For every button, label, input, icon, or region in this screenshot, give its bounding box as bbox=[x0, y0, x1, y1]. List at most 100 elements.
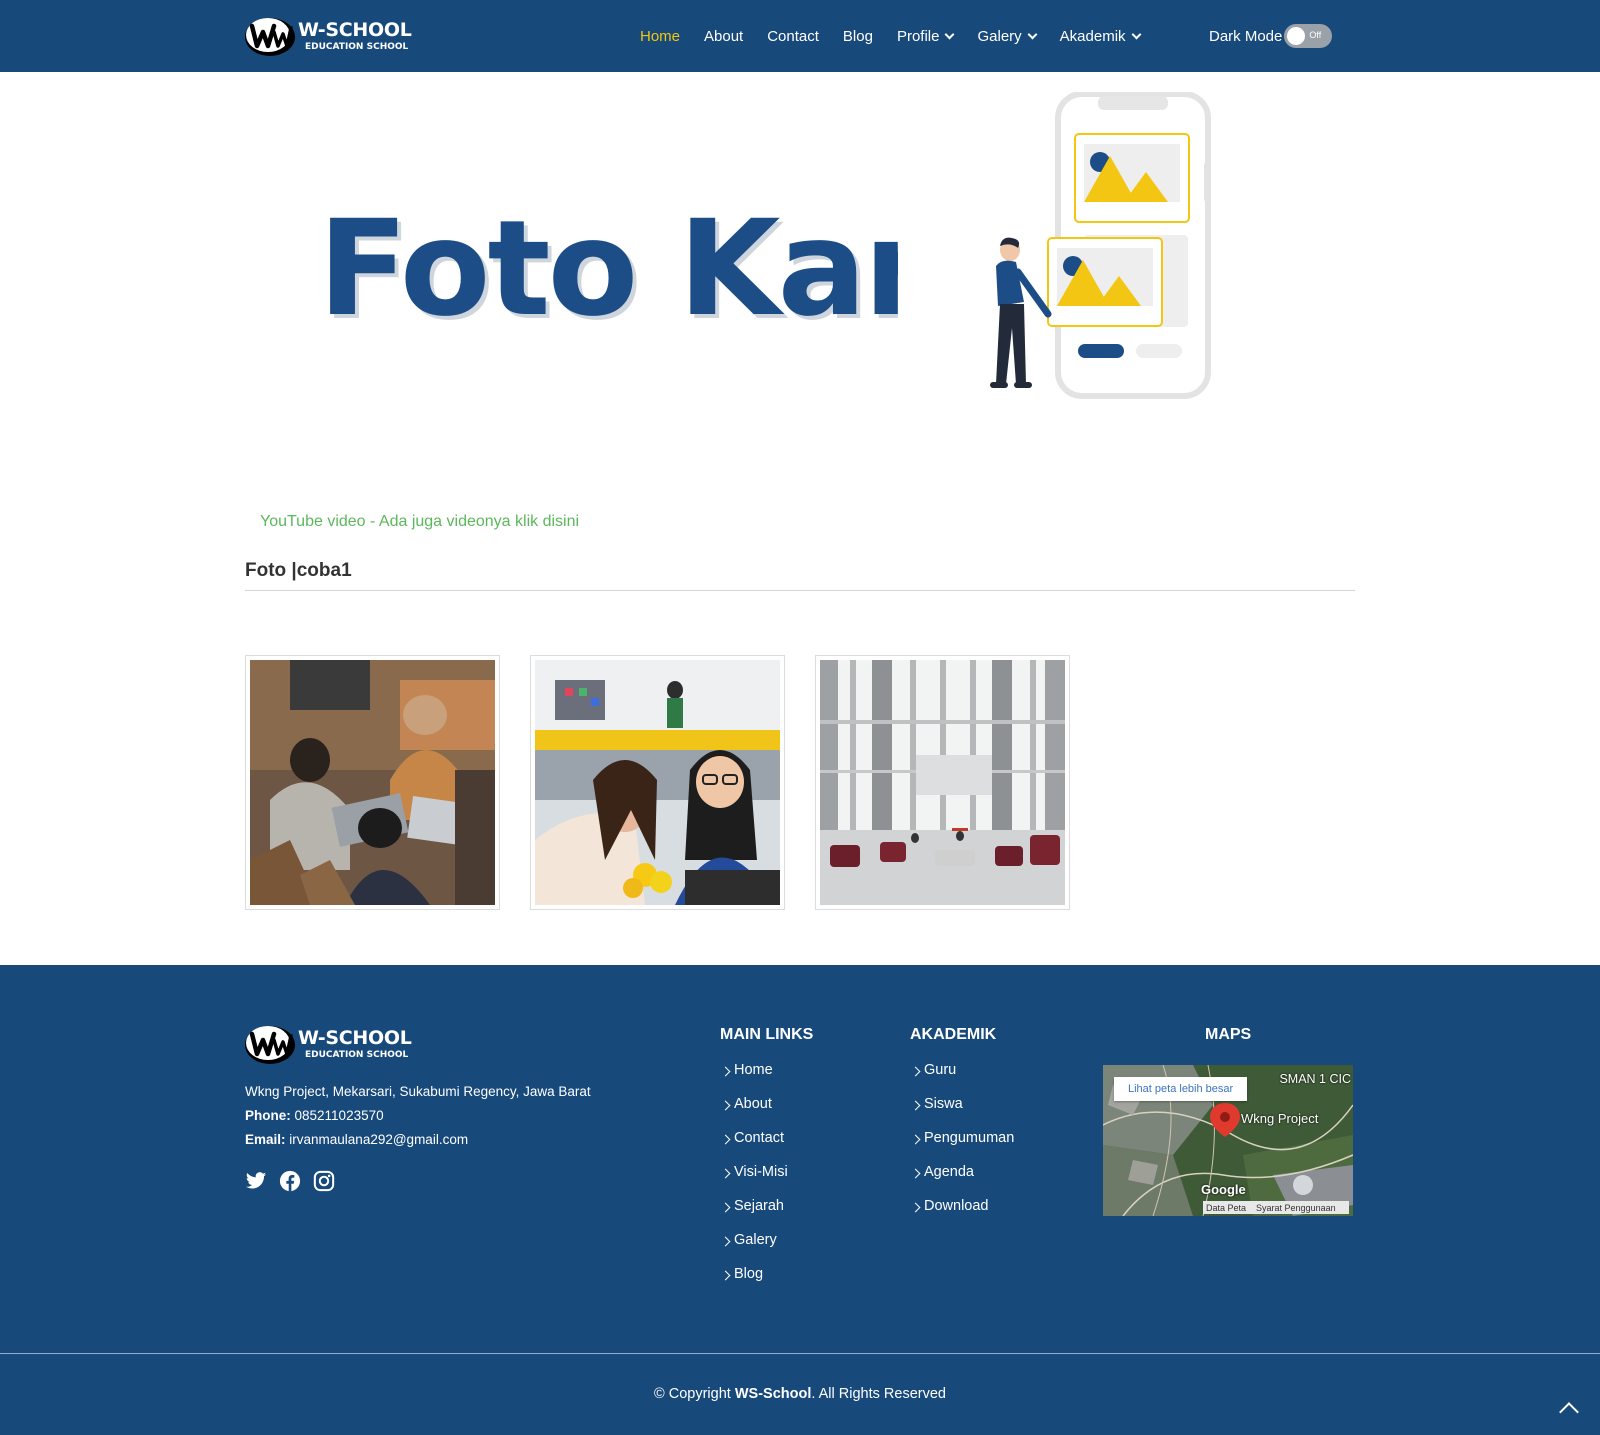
logo-icon bbox=[245, 18, 295, 56]
footer-link-home[interactable]: Home bbox=[720, 1062, 788, 1096]
akademik-links-list: Guru Siswa Pengumuman Agenda Download bbox=[910, 1062, 1015, 1232]
youtube-video-link[interactable]: YouTube video - Ada juga videonya klik d… bbox=[260, 513, 579, 531]
email-label: Email: bbox=[245, 1132, 286, 1147]
phone-gallery-illustration bbox=[990, 92, 1211, 399]
footer-link-about[interactable]: About bbox=[720, 1096, 788, 1130]
twitter-icon[interactable] bbox=[245, 1170, 267, 1192]
footer-link-label: Blog bbox=[734, 1266, 764, 1282]
dark-mode-label: Dark Mode bbox=[1209, 27, 1283, 45]
map-title: SMAN 1 CIC bbox=[1279, 1072, 1351, 1086]
footer-link-label: Home bbox=[734, 1062, 773, 1078]
nav-blog-label: Blog bbox=[842, 27, 873, 45]
footer-divider bbox=[0, 1353, 1600, 1354]
chevron-right-icon bbox=[910, 1100, 921, 1111]
chevron-down-icon bbox=[945, 29, 955, 39]
footer-email: Email: irvanmaulana292@gmail.com bbox=[245, 1132, 468, 1147]
footer-address: Wkng Project, Mekarsari, Sukabumi Regenc… bbox=[245, 1084, 591, 1099]
navbar: W-SCHOOL EDUCATION SCHOOL Home About Con… bbox=[0, 0, 1600, 72]
footer-link-galery[interactable]: Galery bbox=[720, 1232, 788, 1266]
footer-link-siswa[interactable]: Siswa bbox=[910, 1096, 1014, 1130]
footer-link-label: Galery bbox=[734, 1232, 777, 1248]
chevron-right-icon bbox=[910, 1202, 921, 1213]
nav-contact[interactable]: Contact bbox=[767, 28, 819, 45]
nav-home-label: Home bbox=[640, 27, 681, 45]
chevron-right-icon bbox=[910, 1134, 921, 1145]
footer-link-label: Contact bbox=[734, 1130, 784, 1146]
footer-link-label: Siswa bbox=[924, 1096, 963, 1112]
chevron-right-icon bbox=[910, 1168, 921, 1179]
main-links-list: Home About Contact Visi-Misi Sejarah Gal… bbox=[720, 1062, 788, 1300]
main-links-heading: MAIN LINKS bbox=[720, 1026, 814, 1043]
akademik-heading: AKADEMIK bbox=[910, 1026, 997, 1043]
nav-blog[interactable]: Blog bbox=[843, 28, 873, 45]
footer-brand-logo[interactable]: W-SCHOOL EDUCATION SCHOOL bbox=[244, 1022, 412, 1066]
footer-phone: Phone: 085211023570 bbox=[245, 1108, 384, 1123]
gallery-photo-1[interactable] bbox=[245, 655, 500, 910]
footer-logo-title: W-SCHOOL bbox=[298, 1026, 412, 1049]
embedded-map[interactable]: Lihat peta lebih besar SMAN 1 CIC Wkng P… bbox=[1103, 1065, 1353, 1216]
map-pin-label: Wkng Project bbox=[1241, 1111, 1319, 1126]
main-nav: Home About Contact Blog Profile Galery A… bbox=[640, 0, 1164, 72]
map-larger-link[interactable]: Lihat peta lebih besar bbox=[1114, 1077, 1248, 1101]
gallery-photo-2[interactable] bbox=[530, 655, 785, 910]
footer-link-contact[interactable]: Contact bbox=[720, 1130, 788, 1164]
footer-link-label: Download bbox=[924, 1198, 989, 1214]
hero-title: Foto Kami Foto Kami bbox=[318, 192, 898, 340]
nav-akademik-dropdown[interactable]: Akademik bbox=[1059, 27, 1141, 45]
logo-subtitle: EDUCATION SCHOOL bbox=[305, 41, 409, 52]
hero-title-text: Foto Kami bbox=[318, 192, 898, 340]
footer-link-label: Guru bbox=[924, 1062, 957, 1078]
nav-about[interactable]: About bbox=[704, 28, 743, 45]
chevron-down-icon bbox=[1131, 29, 1141, 39]
copyright-prefix: © Copyright bbox=[654, 1386, 731, 1402]
chevron-right-icon bbox=[720, 1236, 731, 1247]
dark-mode-toggle[interactable]: Off bbox=[1284, 24, 1333, 48]
page: W-SCHOOL EDUCATION SCHOOL Home About Con… bbox=[0, 0, 1600, 1435]
nav-akademik-label: Akademik bbox=[1059, 27, 1126, 45]
maps-heading: MAPS bbox=[1205, 1026, 1252, 1043]
toggle-knob bbox=[1287, 27, 1306, 45]
section-title: Foto |coba1 bbox=[245, 560, 352, 581]
facebook-icon[interactable] bbox=[279, 1170, 301, 1192]
email-value: irvanmaulana292@gmail.com bbox=[289, 1132, 469, 1147]
chevron-right-icon bbox=[720, 1202, 731, 1213]
gallery-photo-3[interactable] bbox=[815, 655, 1070, 910]
women-office-photo bbox=[535, 660, 780, 905]
students-laptops-photo bbox=[250, 660, 495, 905]
nav-profile-dropdown[interactable]: Profile bbox=[897, 28, 955, 45]
footer-link-blog[interactable]: Blog bbox=[720, 1266, 788, 1300]
toggle-state-text: Off bbox=[1309, 30, 1322, 40]
footer-link-guru[interactable]: Guru bbox=[910, 1062, 1014, 1096]
nav-galery-dropdown[interactable]: Galery bbox=[977, 28, 1038, 45]
footer-link-label: Visi-Misi bbox=[734, 1164, 788, 1180]
map-terms-label[interactable]: Syarat Penggunaan bbox=[1256, 1203, 1336, 1213]
instagram-icon[interactable] bbox=[313, 1170, 335, 1192]
nav-contact-label: Contact bbox=[767, 27, 819, 45]
nav-about-label: About bbox=[704, 27, 744, 45]
chevron-down-icon bbox=[1027, 29, 1038, 39]
back-to-top-button[interactable] bbox=[1556, 1395, 1584, 1423]
nav-home[interactable]: Home bbox=[640, 28, 680, 45]
footer-link-download[interactable]: Download bbox=[910, 1198, 1014, 1232]
chevron-right-icon bbox=[720, 1270, 731, 1281]
footer-link-pengumuman[interactable]: Pengumuman bbox=[910, 1130, 1015, 1164]
chevron-up-icon bbox=[1559, 1402, 1579, 1422]
map-data-label[interactable]: Data Peta bbox=[1206, 1203, 1246, 1213]
map-attribution: Data Peta Syarat Penggunaan bbox=[1203, 1201, 1349, 1214]
footer-link-visi-misi[interactable]: Visi-Misi bbox=[720, 1164, 788, 1198]
social-links bbox=[245, 1170, 347, 1192]
footer-logo-subtitle: EDUCATION SCHOOL bbox=[305, 1049, 409, 1060]
copyright: © Copyright WS-School. All Rights Reserv… bbox=[0, 1386, 1600, 1402]
copyright-brand: WS-School bbox=[734, 1386, 812, 1402]
footer-link-agenda[interactable]: Agenda bbox=[910, 1164, 1014, 1198]
footer-link-label: Sejarah bbox=[734, 1198, 784, 1214]
brand-logo[interactable]: W-SCHOOL EDUCATION SCHOOL bbox=[244, 14, 412, 58]
campus-hall-photo bbox=[820, 660, 1065, 905]
chevron-right-icon bbox=[720, 1168, 731, 1179]
chevron-right-icon bbox=[720, 1134, 731, 1145]
chevron-right-icon bbox=[720, 1066, 731, 1077]
footer-link-sejarah[interactable]: Sejarah bbox=[720, 1198, 788, 1232]
section-divider bbox=[245, 590, 1355, 591]
footer-link-label: Pengumuman bbox=[924, 1130, 1015, 1146]
chevron-right-icon bbox=[910, 1066, 921, 1077]
